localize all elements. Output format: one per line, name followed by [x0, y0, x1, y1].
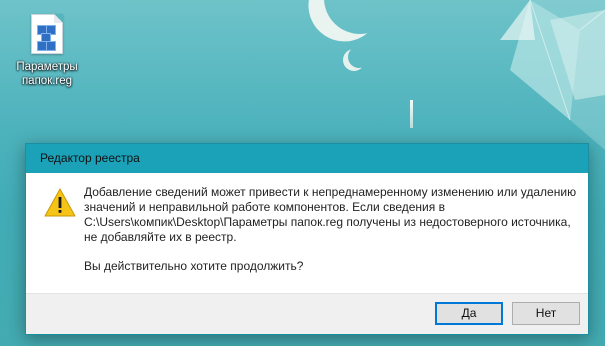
- dialog-button-bar: Да Нет: [26, 293, 588, 334]
- desktop-icon-label-line2: папок.reg: [21, 75, 73, 87]
- desktop-icon-reg-file[interactable]: Параметры папок.reg: [8, 14, 86, 88]
- message-line: Добавление сведений может привести к неп…: [84, 185, 577, 199]
- registry-editor-dialog: Редактор реестра Добавление сведений мож…: [25, 143, 589, 335]
- message-line: C:\Users\компик\Desktop\Параметры папок.…: [84, 215, 571, 229]
- dialog-message: Добавление сведений может привести к неп…: [84, 185, 580, 245]
- wallpaper-crystal: [500, 0, 605, 150]
- dialog-titlebar[interactable]: Редактор реестра: [26, 144, 588, 173]
- desktop: Параметры папок.reg Редактор реестра Доб…: [0, 0, 605, 346]
- message-line: значений и неправильной работе компонент…: [84, 200, 445, 214]
- dialog-content: Добавление сведений может привести к неп…: [26, 173, 588, 294]
- wallpaper-spire: [410, 100, 413, 128]
- desktop-icon-label: Параметры папок.reg: [8, 60, 86, 88]
- no-button[interactable]: Нет: [512, 302, 580, 325]
- dialog-title: Редактор реестра: [40, 151, 140, 165]
- wallpaper-moon-small: [348, 46, 370, 68]
- reg-file-icon: [31, 14, 63, 54]
- yes-button[interactable]: Да: [435, 302, 503, 325]
- desktop-icon-label-line1: Параметры: [16, 61, 78, 73]
- message-line: не добавляйте их в реестр.: [84, 230, 237, 244]
- wallpaper-moon-large: [318, 0, 401, 40]
- warning-icon: [44, 188, 76, 217]
- dialog-question: Вы действительно хотите продолжить?: [84, 259, 304, 273]
